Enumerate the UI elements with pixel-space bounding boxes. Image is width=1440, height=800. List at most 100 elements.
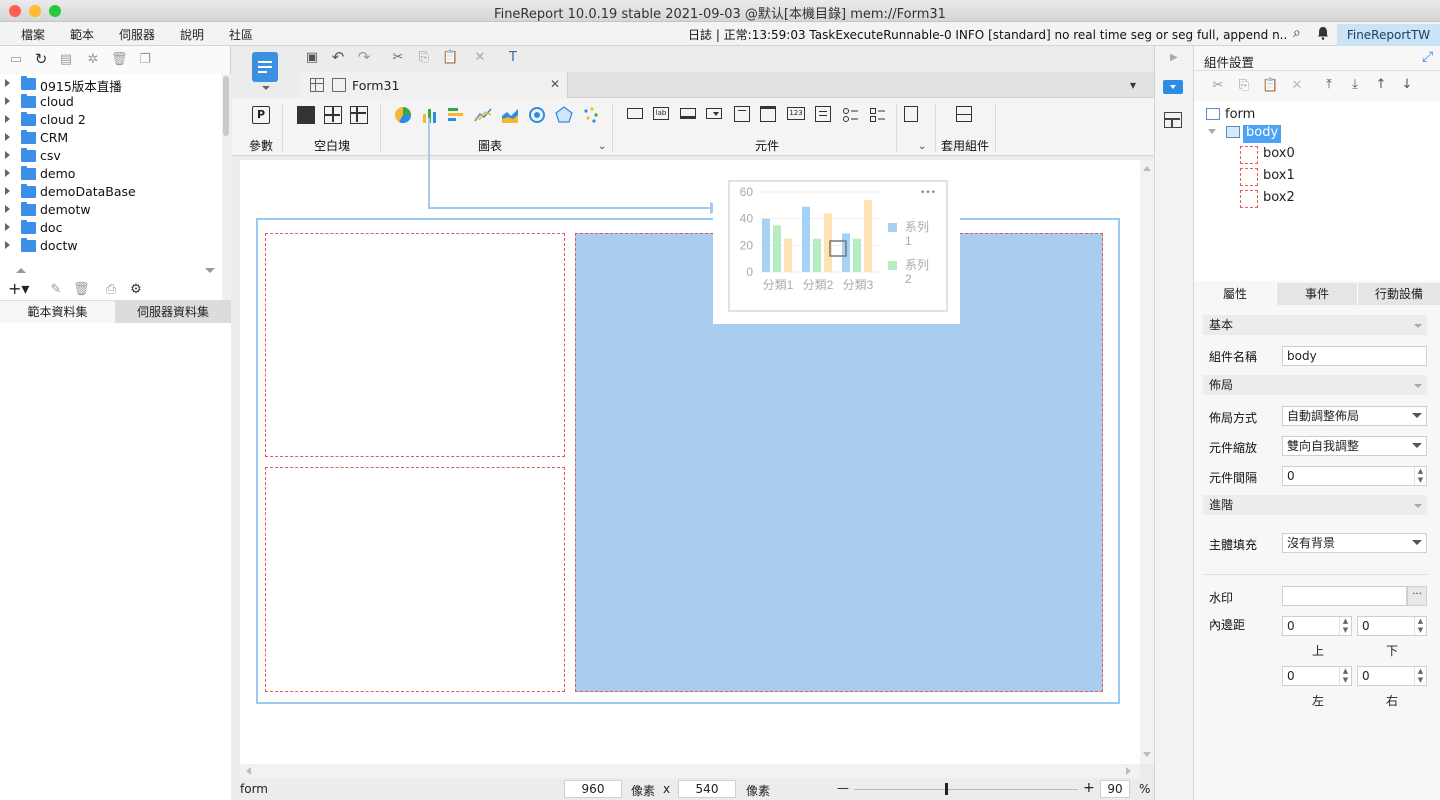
zoom-out-button[interactable]: — bbox=[837, 781, 849, 795]
copy-icon[interactable]: ❐ bbox=[137, 52, 153, 68]
copy-icon[interactable]: ⎘ bbox=[1236, 78, 1252, 94]
delete-dataset-icon[interactable]: 🗑 bbox=[73, 282, 90, 298]
move-bottom-icon[interactable]: ⤓ bbox=[1347, 77, 1363, 93]
radio-group-icon[interactable] bbox=[842, 106, 860, 124]
tree-item[interactable]: demotw bbox=[0, 201, 222, 219]
tree-item[interactable]: demoDataBase bbox=[0, 183, 222, 201]
tree-node-box1[interactable]: box1 bbox=[1263, 168, 1295, 188]
add-dataset-icon[interactable]: +▾ bbox=[8, 279, 29, 298]
tree-item[interactable]: doctw bbox=[0, 237, 222, 255]
tree-widget-icon[interactable] bbox=[734, 106, 750, 122]
close-tab-icon[interactable]: ✕ bbox=[550, 77, 560, 91]
menu-community[interactable]: 社區 bbox=[229, 26, 253, 43]
padding-right-input[interactable]: 0 ▲ ▼ bbox=[1357, 666, 1427, 686]
date-widget-icon[interactable] bbox=[760, 106, 776, 122]
canvas-hscrollbar[interactable] bbox=[240, 764, 1140, 778]
scroll-right-icon[interactable] bbox=[1126, 767, 1131, 775]
tree-item[interactable]: CRM bbox=[0, 129, 222, 147]
tree-item[interactable]: csv bbox=[0, 147, 222, 165]
stepper-icon[interactable]: ▲ ▼ bbox=[1414, 617, 1426, 635]
redo-icon[interactable]: ↷ bbox=[356, 49, 372, 65]
undo-icon[interactable]: ↶ bbox=[330, 49, 346, 65]
split-block-icon[interactable] bbox=[324, 106, 342, 124]
zoom-input[interactable]: 90 bbox=[1100, 780, 1130, 798]
shared-component-icon[interactable] bbox=[956, 106, 972, 122]
zoom-in-button[interactable]: + bbox=[1083, 780, 1095, 796]
paste-icon[interactable]: 📋 bbox=[442, 50, 458, 66]
template-type-dropdown-icon[interactable] bbox=[262, 86, 270, 90]
expand-arrow-icon[interactable] bbox=[5, 97, 10, 105]
tab-properties[interactable]: 屬性 bbox=[1194, 283, 1276, 305]
edit-icon[interactable]: ✎ bbox=[48, 282, 64, 298]
scale-select[interactable]: 雙向自我調整 bbox=[1282, 436, 1427, 456]
blank-block-icon[interactable] bbox=[297, 106, 315, 124]
tree-item[interactable]: demo bbox=[0, 165, 222, 183]
tree-item[interactable]: 0915版本直播 bbox=[0, 75, 222, 94]
tree-item[interactable]: cloud 2 bbox=[0, 111, 222, 129]
layout-mode-select[interactable]: 自動調整佈局 bbox=[1282, 406, 1427, 426]
search-icon[interactable]: ⌕ bbox=[1293, 25, 1301, 41]
menu-server[interactable]: 伺服器 bbox=[119, 26, 155, 43]
padding-bottom-input[interactable]: 0 ▲ ▼ bbox=[1357, 616, 1427, 636]
collapse-arrow-icon[interactable] bbox=[1414, 504, 1422, 508]
padding-top-input[interactable]: 0 ▲ ▼ bbox=[1282, 616, 1352, 636]
watermark-more-button[interactable]: ··· bbox=[1407, 586, 1427, 606]
open-icon[interactable]: ▤ bbox=[58, 52, 74, 68]
cut-icon[interactable]: ✂ bbox=[1210, 78, 1226, 94]
tree-node-box0[interactable]: box0 bbox=[1263, 146, 1295, 166]
expand-arrow-icon[interactable] bbox=[5, 187, 10, 195]
collapse-arrow-icon[interactable] bbox=[1414, 324, 1422, 328]
tree-item[interactable]: cloud bbox=[0, 93, 222, 111]
dataset-settings-icon[interactable]: ⚙ bbox=[128, 282, 144, 298]
move-up-icon[interactable]: ↑ bbox=[1373, 77, 1389, 93]
brand-button[interactable]: FineReportTW bbox=[1337, 24, 1440, 46]
canvas-height-input[interactable]: 540 bbox=[678, 780, 736, 798]
stepper-icon[interactable]: ▲ ▼ bbox=[1414, 667, 1426, 685]
menu-template[interactable]: 範本 bbox=[70, 26, 94, 43]
expand-arrow-icon[interactable] bbox=[5, 151, 10, 159]
number-widget-icon[interactable]: 123 bbox=[787, 107, 805, 120]
collapse-arrow-icon[interactable] bbox=[1208, 129, 1216, 134]
delete-icon[interactable]: 🗑 bbox=[111, 52, 128, 68]
tab-server-dataset[interactable]: 伺服器資料集 bbox=[115, 301, 231, 323]
new-folder-icon[interactable]: ▭ bbox=[8, 52, 24, 68]
collapse-arrow-icon[interactable] bbox=[1414, 384, 1422, 388]
expand-arrow-icon[interactable] bbox=[5, 115, 10, 123]
checkbox-group-icon[interactable] bbox=[869, 106, 887, 124]
tree-node-box2[interactable]: box2 bbox=[1263, 190, 1295, 210]
fill-select[interactable]: 沒有背景 bbox=[1282, 533, 1427, 553]
section-basic[interactable]: 基本 bbox=[1203, 315, 1427, 335]
box1-widget[interactable] bbox=[265, 467, 565, 692]
component-settings-icon[interactable] bbox=[1163, 80, 1183, 94]
tab-mobile[interactable]: 行動設備 bbox=[1357, 283, 1440, 305]
design-canvas[interactable] bbox=[240, 160, 1140, 764]
more-options-icon[interactable]: ••• bbox=[920, 188, 936, 198]
scroll-left-icon[interactable] bbox=[246, 767, 251, 775]
save-icon[interactable]: ▣ bbox=[304, 50, 320, 66]
tab-events[interactable]: 事件 bbox=[1276, 283, 1357, 305]
section-advanced[interactable]: 進階 bbox=[1203, 495, 1427, 515]
expand-arrow-icon[interactable] bbox=[5, 241, 10, 249]
box0-widget[interactable] bbox=[265, 233, 565, 457]
text-template-icon[interactable]: T bbox=[505, 50, 521, 66]
zoom-slider-track[interactable] bbox=[854, 789, 1078, 790]
parameter-icon[interactable]: P bbox=[252, 106, 270, 124]
copy-icon[interactable]: ⎘ bbox=[416, 50, 432, 66]
tab-menu-icon[interactable]: ▾ bbox=[1130, 78, 1136, 92]
expand-panel-icon[interactable]: ▶ bbox=[1170, 52, 1178, 63]
template-type-icon[interactable] bbox=[252, 52, 278, 82]
paste-icon[interactable]: 📋 bbox=[1262, 78, 1278, 94]
stepper-icon[interactable]: ▲ ▼ bbox=[1339, 617, 1351, 635]
canvas-vscrollbar[interactable] bbox=[1140, 160, 1154, 764]
bell-icon[interactable] bbox=[1317, 26, 1329, 40]
collapse-down-icon[interactable] bbox=[205, 268, 215, 273]
menu-help[interactable]: 說明 bbox=[180, 26, 204, 43]
component-name-input[interactable]: body bbox=[1282, 346, 1427, 366]
refresh-icon[interactable]: ↻ bbox=[33, 51, 49, 67]
tab-template-dataset[interactable]: 範本資料集 bbox=[0, 301, 115, 323]
scroll-up-icon[interactable] bbox=[1143, 166, 1151, 171]
collapse-up-icon[interactable] bbox=[16, 268, 26, 273]
delete-icon[interactable]: ✕ bbox=[472, 50, 488, 66]
widget-more-icon[interactable]: ⌄ bbox=[918, 141, 926, 152]
tab-form31[interactable]: Form31 ✕ bbox=[300, 72, 568, 98]
